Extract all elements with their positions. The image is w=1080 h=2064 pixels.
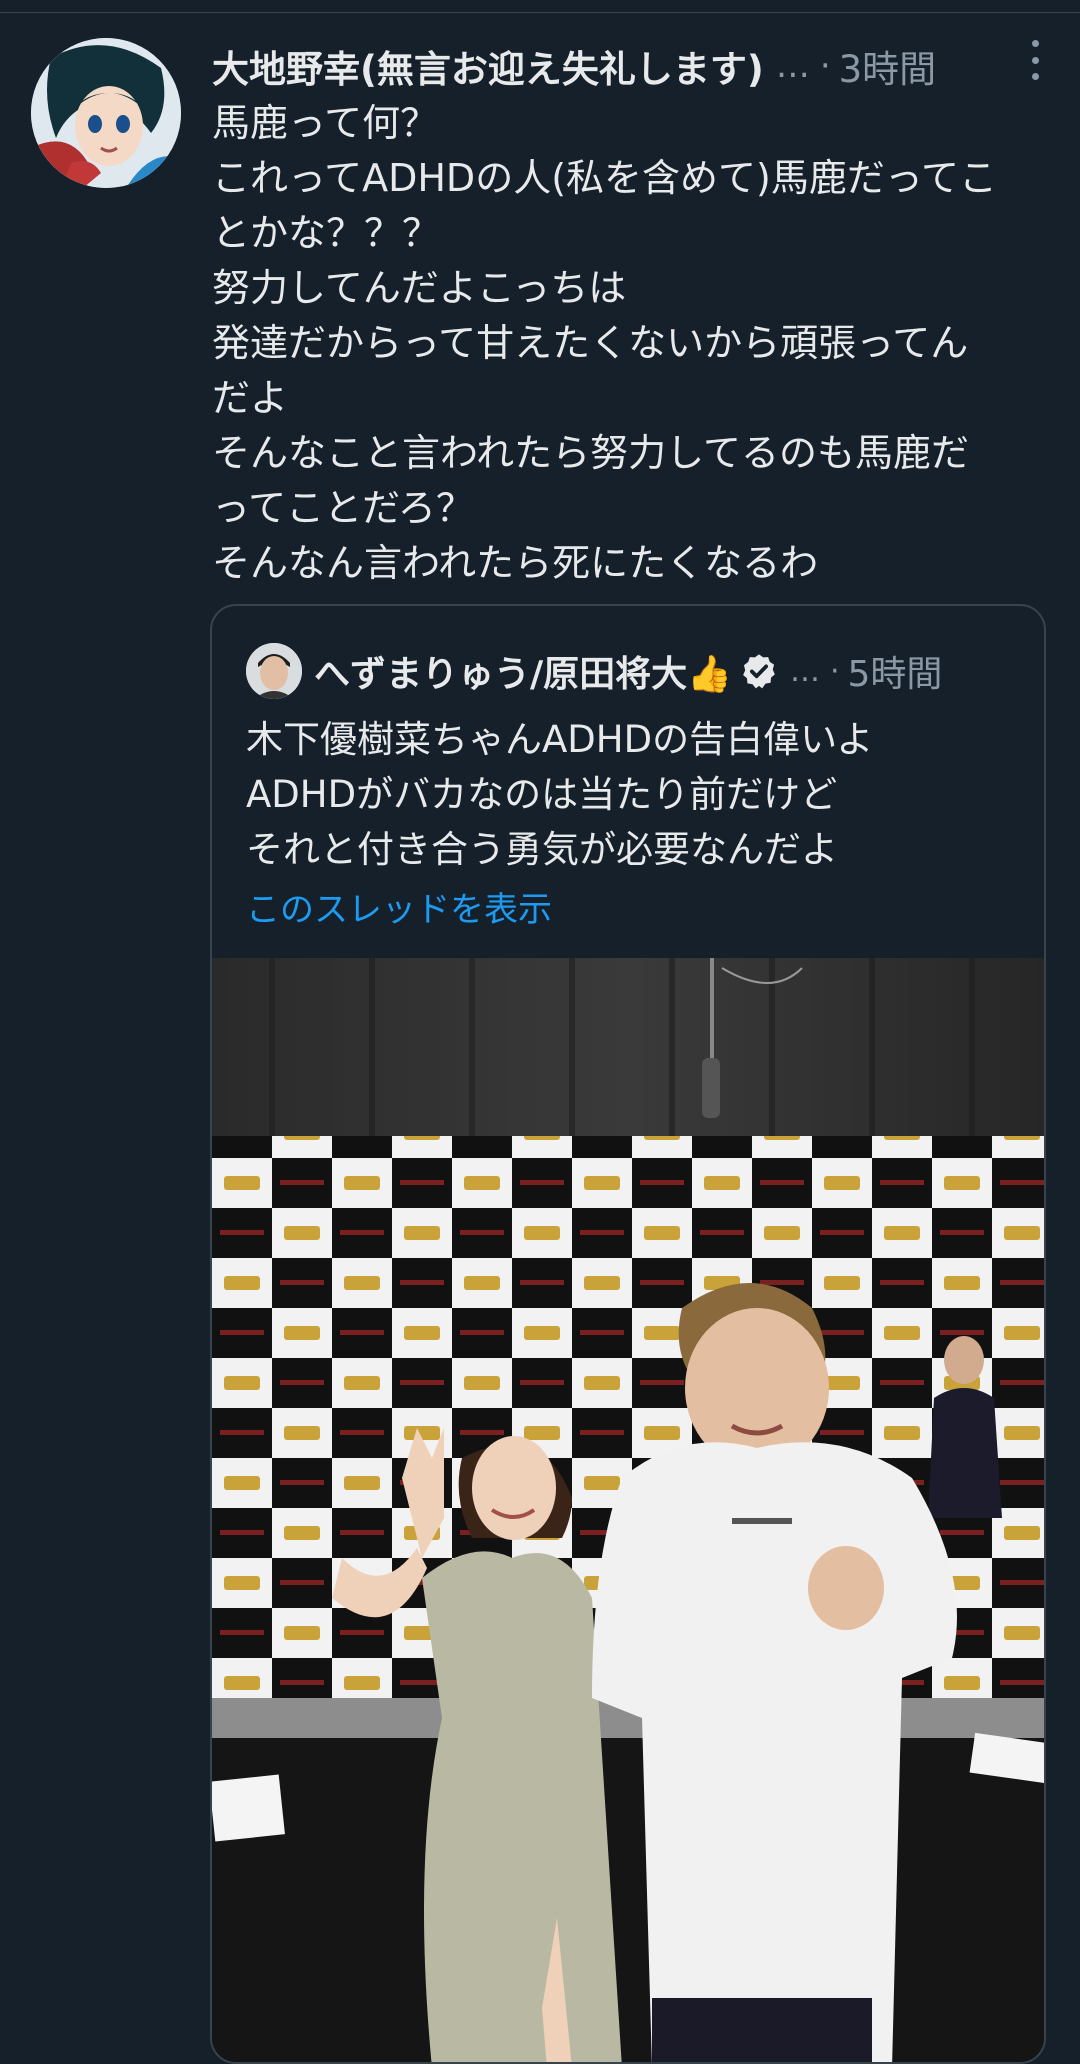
- quoted-text-line: それと付き合う勇気が必要なんだよ: [246, 828, 838, 871]
- person-avatar-icon: [246, 643, 302, 699]
- quoted-timestamp[interactable]: 5時間: [848, 645, 943, 697]
- tweet-text-line: とかな？？？: [212, 211, 441, 255]
- top-divider: [0, 12, 1080, 13]
- name-ellipsis: …: [775, 46, 810, 86]
- separator-dot: ·: [819, 46, 831, 86]
- quoted-tweet-header: へずまりゅう/原田将大👍 … · 5時間: [246, 640, 942, 702]
- tweet-text-line: 努力してんだよこっちは: [212, 266, 627, 310]
- author-avatar[interactable]: [31, 38, 181, 188]
- tweet-text-line: ってことだろ？: [212, 486, 474, 530]
- event-photo-image: [212, 958, 1044, 2062]
- author-display-name[interactable]: 大地野幸(無言お迎え失礼します): [212, 39, 764, 93]
- tweet-text-line: そんなん言われたら死にたくなるわ: [212, 541, 819, 585]
- quoted-separator-dot: ·: [829, 653, 840, 689]
- quoted-text-line: 木下優樹菜ちゃんADHDの告白偉いよ: [246, 718, 874, 761]
- tweet-text-line: これってADHDの人(私を含めて)馬鹿だってこ: [212, 156, 997, 200]
- quoted-author-avatar[interactable]: [246, 643, 302, 699]
- tweet-text-line: そんなこと言われたら努力してるのも馬鹿だ: [212, 431, 969, 475]
- tweet-text-line: だよ: [212, 376, 289, 420]
- verified-badge-icon: [743, 654, 775, 689]
- anime-character-avatar-icon: [31, 38, 181, 188]
- quoted-tweet-photo[interactable]: [212, 958, 1044, 2062]
- quoted-text-line: ADHDがバカなのは当たり前だけど: [246, 773, 838, 816]
- quoted-name-ellipsis: …: [789, 653, 820, 689]
- quoted-tweet-text: 木下優樹菜ちゃんADHDの告白偉いよ ADHDがバカなのは当たり前だけど それと…: [246, 712, 1026, 877]
- tweet-text: 馬鹿って何？ これってADHDの人(私を含めて)馬鹿だってこ とかな？？？ 努力…: [212, 96, 1052, 591]
- tweet-header: 大地野幸(無言お迎え失礼します) … · 3時間: [212, 38, 1052, 94]
- tweet-timestamp[interactable]: 3時間: [839, 39, 937, 93]
- tweet-text-line: 馬鹿って何？: [212, 101, 439, 145]
- quoted-author-name[interactable]: へずまりゅう/原田将大👍: [314, 645, 732, 697]
- quoted-tweet-card[interactable]: へずまりゅう/原田将大👍 … · 5時間 木下優樹菜ちゃんADHDの告白偉いよ …: [210, 604, 1046, 2064]
- tweet-text-line: 発達だからって甘えたくないから頑張ってん: [212, 321, 969, 365]
- show-thread-link[interactable]: このスレッドを表示: [246, 882, 552, 931]
- more-vertical-icon[interactable]: [1024, 40, 1046, 80]
